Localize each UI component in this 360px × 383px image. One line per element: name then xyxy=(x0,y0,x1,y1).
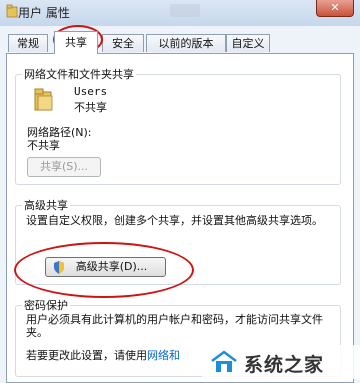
window-title: 用户 属性 xyxy=(18,6,70,20)
tab-strip: 常规 共享 安全 以前的版本 自定义 xyxy=(6,31,354,54)
folder-share-status: 不共享 xyxy=(74,101,107,114)
house-icon xyxy=(211,350,237,372)
tab-security[interactable]: 安全 xyxy=(102,34,144,52)
tab-previous-versions[interactable]: 以前的版本 xyxy=(146,34,226,52)
folder-icon xyxy=(34,88,53,111)
network-sharing-center-link[interactable]: 网络和 xyxy=(147,349,180,362)
folder-name: Users xyxy=(74,85,108,98)
close-button[interactable]: ✕ xyxy=(316,0,354,17)
advanced-share-button-label: 高级共享(D)... xyxy=(75,260,148,273)
close-icon: ✕ xyxy=(330,1,340,14)
advanced-share-legend: 高级共享 xyxy=(24,199,68,212)
password-change-text: 若要更改此设置，请使用 xyxy=(26,349,147,362)
folder-icon xyxy=(6,4,18,18)
title-blur xyxy=(170,4,200,17)
tab-general[interactable]: 常规 xyxy=(8,34,48,52)
network-path-value: 不共享 xyxy=(27,139,60,152)
tab-sharing[interactable]: 共享 xyxy=(54,31,98,54)
shield-icon xyxy=(54,261,64,274)
network-share-legend: 网络文件和文件夹共享 xyxy=(24,68,134,81)
sharing-panel: 网络文件和文件夹共享 Users 不共享 网络路径(N): 不共享 共享(S).… xyxy=(6,53,354,383)
advanced-share-button[interactable]: 高级共享(D)... xyxy=(45,257,166,277)
share-button[interactable]: 共享(S)... xyxy=(27,157,101,177)
password-legend: 密码保护 xyxy=(24,299,68,312)
password-description: 用户必须具有此计算机的用户帐户和密码，才能访问共享文件夹。 xyxy=(26,313,323,339)
advanced-share-description: 设置自定义权限，创建多个共享，并设置其他高级共享选项。 xyxy=(26,214,323,227)
tab-customize[interactable]: 自定义 xyxy=(226,34,270,52)
watermark-text: 系统之家 xyxy=(244,354,325,376)
watermark: 系统之家 xyxy=(202,345,360,379)
title-bar: 用户 属性 ✕ xyxy=(0,0,360,26)
password-change-line: 若要更改此设置，请使用网络和 xyxy=(26,347,180,363)
